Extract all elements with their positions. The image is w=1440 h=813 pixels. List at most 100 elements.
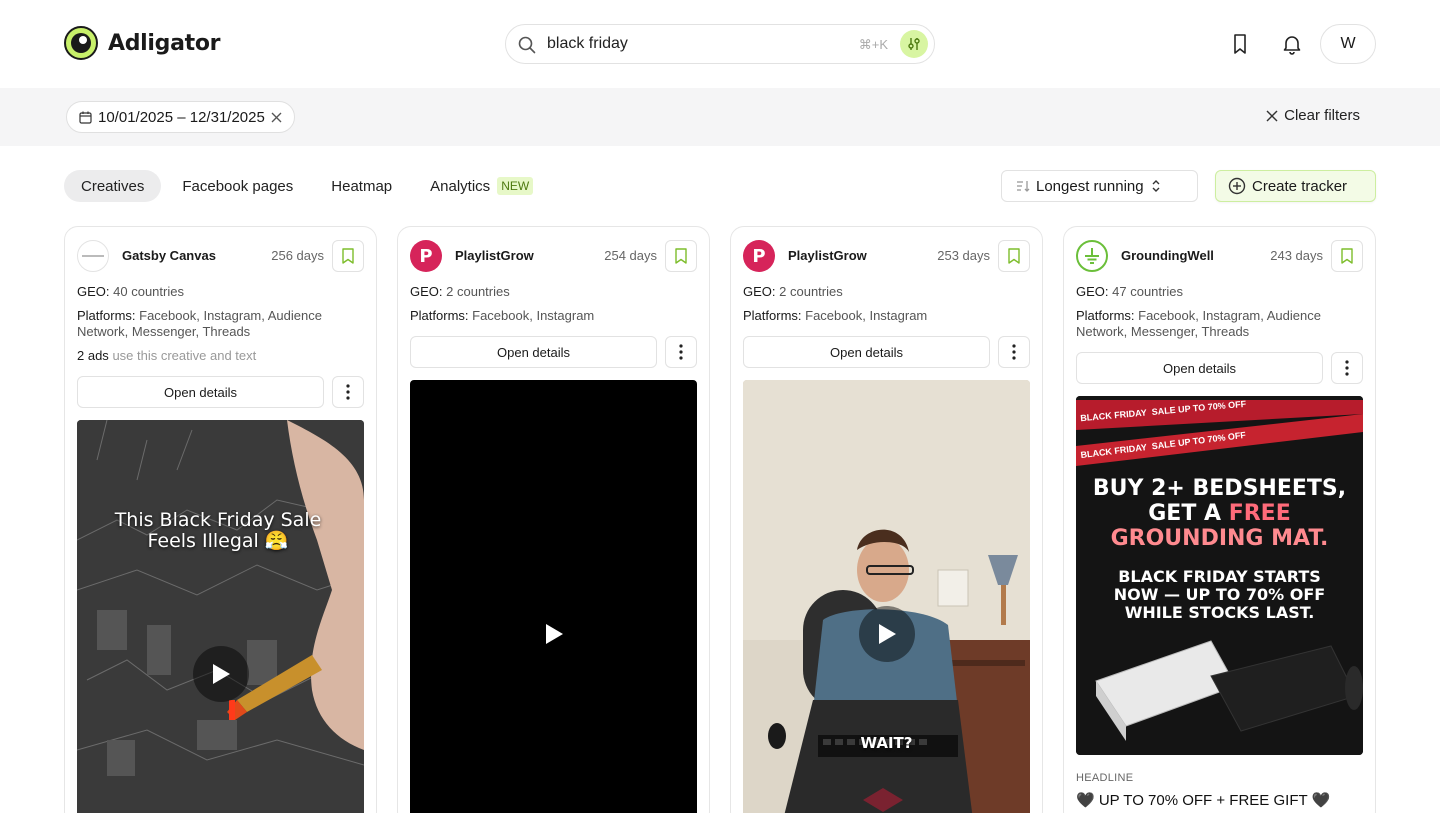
- open-details-button[interactable]: Open details: [410, 336, 657, 368]
- tab-creatives[interactable]: Creatives: [64, 170, 162, 202]
- card-header: P PlaylistGrow 254 days: [410, 240, 697, 272]
- plus-circle-icon: [1228, 177, 1246, 195]
- sort-dropdown[interactable]: Longest running: [1001, 170, 1198, 202]
- bookmark-icon: [342, 248, 354, 264]
- sort-label: Longest running: [1036, 177, 1144, 195]
- open-details-label: Open details: [830, 344, 903, 360]
- date-range-chip[interactable]: 10/01/2025 – 12/31/2025: [66, 101, 295, 133]
- kebab-menu-icon: [1012, 344, 1016, 360]
- filter-bar: 10/01/2025 – 12/31/2025 Clear filters: [0, 88, 1440, 146]
- brand-logo[interactable]: P: [743, 240, 775, 272]
- ad-headline-block: BUY 2+ BEDSHEETS, GET A FREE GROUNDING M…: [1076, 476, 1363, 551]
- bookmark-icon[interactable]: [1228, 32, 1252, 56]
- running-days: 254 days: [604, 248, 657, 263]
- ad-image-creative[interactable]: BLACK FRIDAY SALE UP TO 70% OFF BLACK FR…: [1076, 396, 1363, 755]
- kebab-menu-icon: [679, 344, 683, 360]
- brand-name[interactable]: Gatsby Canvas: [122, 248, 216, 263]
- tab-analytics[interactable]: Analytics NEW: [413, 170, 550, 202]
- running-days: 243 days: [1270, 248, 1323, 263]
- geo-info: GEO: 2 countries: [743, 284, 1030, 300]
- ad-video-thumbnail[interactable]: This Black Friday Sale Feels Illegal 😤: [77, 420, 364, 813]
- grounding-symbol-icon: [1085, 248, 1099, 264]
- ad-sub-line: WHILE STOCKS LAST.: [1124, 603, 1315, 622]
- app-name: Adligator: [108, 30, 221, 56]
- open-details-button[interactable]: Open details: [77, 376, 324, 408]
- ad-video-thumbnail[interactable]: WAIT?: [743, 380, 1030, 813]
- brand-logo[interactable]: [1076, 240, 1108, 272]
- save-ad-button[interactable]: [998, 240, 1030, 272]
- create-tracker-button[interactable]: Create tracker: [1215, 170, 1376, 202]
- geo-info: GEO: 2 countries: [410, 284, 697, 300]
- sliders-icon: [908, 38, 920, 50]
- save-ad-button[interactable]: [1331, 240, 1363, 272]
- clear-filters-button[interactable]: Clear filters: [1266, 107, 1360, 124]
- play-icon: [546, 624, 563, 644]
- platforms-label: Platforms:: [1076, 308, 1135, 323]
- brand-logo[interactable]: P: [410, 240, 442, 272]
- geo-label: GEO:: [1076, 284, 1109, 299]
- open-details-button[interactable]: Open details: [743, 336, 990, 368]
- ad-card: P PlaylistGrow 254 days GEO: 2 countries…: [397, 226, 710, 813]
- ad-subheadline-block: BLACK FRIDAY STARTS NOW — UP TO 70% OFF …: [1076, 568, 1363, 622]
- search-input[interactable]: black friday: [547, 35, 628, 53]
- geo-value: 2 countries: [779, 284, 843, 299]
- gatsby-canvas-logo-icon: [82, 255, 104, 257]
- ad-headline-text: 🖤 UP TO 70% OFF + FREE GIFT 🖤: [1076, 792, 1331, 809]
- play-button[interactable]: [859, 606, 915, 662]
- open-details-label: Open details: [497, 344, 570, 360]
- bookmark-icon: [675, 248, 687, 264]
- card-header: GroundingWell 243 days: [1076, 240, 1363, 272]
- play-icon: [879, 624, 896, 644]
- running-days: 253 days: [937, 248, 990, 263]
- platforms-label: Platforms:: [743, 308, 802, 323]
- brand-name[interactable]: PlaylistGrow: [788, 248, 867, 263]
- more-options-button[interactable]: [665, 336, 697, 368]
- open-details-button[interactable]: Open details: [1076, 352, 1323, 384]
- more-options-button[interactable]: [332, 376, 364, 408]
- brand-name[interactable]: GroundingWell: [1121, 248, 1214, 263]
- save-ad-button[interactable]: [665, 240, 697, 272]
- search-bar[interactable]: black friday ⌘+K: [505, 24, 935, 64]
- ad-sub-line: BLACK FRIDAY STARTS: [1118, 567, 1321, 586]
- geo-label: GEO:: [77, 284, 110, 299]
- view-tabs: Creatives Facebook pages Heatmap Analyti…: [64, 170, 554, 202]
- search-filter-button[interactable]: [900, 30, 928, 58]
- ad-sub-line: NOW — UP TO 70% OFF: [1113, 585, 1326, 604]
- bell-icon[interactable]: [1280, 32, 1304, 56]
- create-tracker-label: Create tracker: [1252, 177, 1348, 195]
- more-options-button[interactable]: [998, 336, 1030, 368]
- more-options-button[interactable]: [1331, 352, 1363, 384]
- sort-icon: [1017, 181, 1030, 192]
- chevron-updown-icon: [1152, 180, 1160, 192]
- tab-label: Creatives: [81, 177, 145, 195]
- video-caption: WAIT?: [743, 734, 1030, 752]
- calendar-icon: [79, 111, 92, 124]
- tab-facebook-pages[interactable]: Facebook pages: [165, 170, 310, 202]
- video-caption: This Black Friday Sale Feels Illegal 😤: [77, 510, 359, 552]
- avatar-initial: W: [1340, 35, 1356, 52]
- ad-card: GroundingWell 243 days GEO: 47 countries…: [1063, 226, 1376, 813]
- new-badge: NEW: [497, 177, 534, 195]
- app-logo[interactable]: Adligator: [64, 26, 221, 60]
- brand-name[interactable]: PlaylistGrow: [455, 248, 534, 263]
- search-shortcut-hint: ⌘+K: [858, 37, 888, 52]
- ad-headline-line: GROUNDING MAT.: [1110, 526, 1329, 551]
- play-button[interactable]: [526, 606, 582, 662]
- card-header: P PlaylistGrow 253 days: [743, 240, 1030, 272]
- kebab-menu-icon: [346, 384, 350, 400]
- brand-logo[interactable]: [77, 240, 109, 272]
- save-ad-button[interactable]: [332, 240, 364, 272]
- playlistgrow-logo-icon: P: [419, 245, 433, 267]
- tab-label: Facebook pages: [182, 177, 294, 195]
- tab-heatmap[interactable]: Heatmap: [314, 170, 409, 202]
- platforms-info: Platforms: Facebook, Instagram: [743, 308, 1030, 324]
- geo-label: GEO:: [743, 284, 776, 299]
- ads-count[interactable]: 2 ads: [77, 348, 109, 363]
- play-icon: [213, 664, 230, 684]
- play-button[interactable]: [193, 646, 249, 702]
- remove-date-filter-icon[interactable]: [271, 112, 282, 123]
- user-avatar[interactable]: W: [1320, 24, 1376, 64]
- ad-video-thumbnail[interactable]: [410, 380, 697, 813]
- caption-line: This Black Friday Sale: [114, 509, 322, 531]
- geo-label: GEO:: [410, 284, 443, 299]
